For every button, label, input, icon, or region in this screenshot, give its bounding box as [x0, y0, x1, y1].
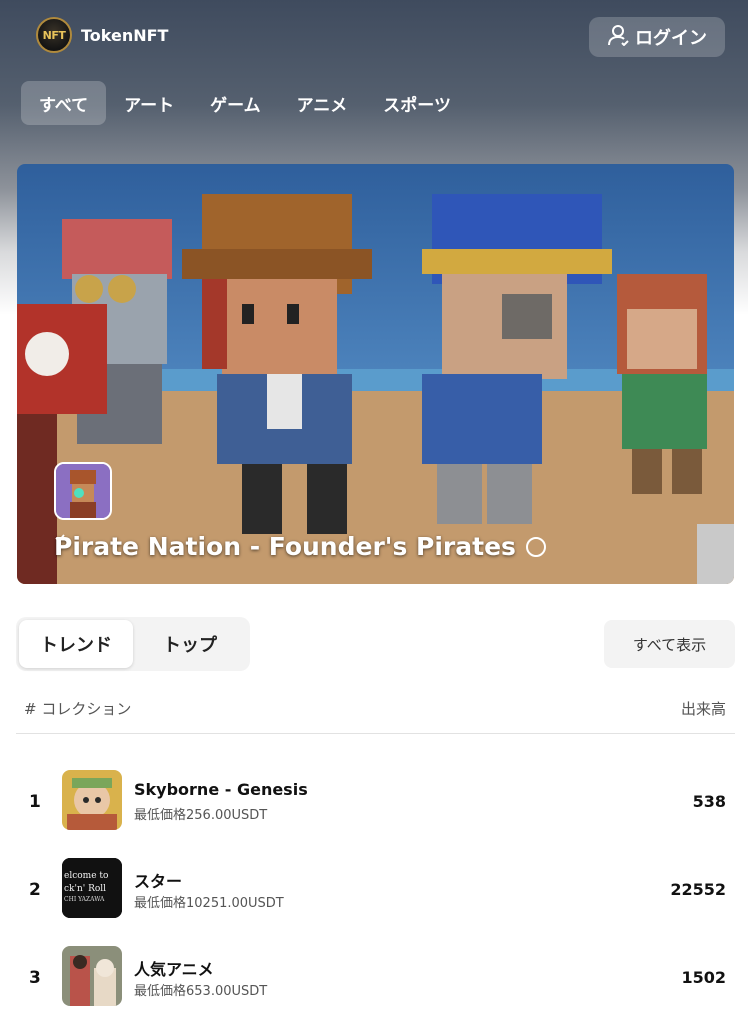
brand-logo[interactable]: NFT: [36, 17, 72, 53]
rank-number: 1: [29, 792, 41, 812]
table-row[interactable]: 2 elcome to ck'n' Roll CHI YAZAWA スター 最低…: [0, 858, 748, 924]
volume-value: 538: [692, 792, 726, 811]
tab-top[interactable]: トップ: [133, 620, 247, 668]
rank-number: 3: [29, 968, 41, 988]
volume-value: 22552: [670, 880, 726, 899]
check-circle-icon: [55, 534, 546, 557]
column-header-volume: 出来高: [680, 700, 726, 718]
featured-collection-thumbnail: [54, 462, 112, 520]
logo-text: NFT: [42, 28, 66, 42]
category-tab-sports[interactable]: スポーツ: [365, 81, 469, 125]
featured-title-row: Pirate Nation - Founder's Pirates: [54, 532, 546, 561]
featured-title: Pirate Nation - Founder's Pirates: [54, 532, 516, 561]
collection-thumbnail: elcome to ck'n' Roll CHI YAZAWA: [62, 858, 122, 918]
category-tab-anime[interactable]: アニメ: [279, 81, 366, 125]
collection-name: Skyborne - Genesis: [134, 780, 308, 799]
floor-price: 最低価格653.00USDT: [134, 984, 268, 999]
table-row[interactable]: 3 人気アニメ 最低価格653.00USDT 1502: [0, 946, 748, 1012]
collection-name: 人気アニメ: [134, 960, 214, 979]
brand-name[interactable]: TokenNFT: [81, 26, 168, 45]
category-tab-game[interactable]: ゲーム: [192, 81, 279, 125]
floor-price: 最低価格10251.00USDT: [134, 896, 284, 911]
collection-name: スター: [134, 872, 183, 891]
thumb-text-2: ck'n' Roll: [64, 884, 106, 894]
thumb-text-3: CHI YAZAWA: [64, 896, 105, 903]
rank-number: 2: [29, 880, 41, 900]
login-label: ログイン: [635, 28, 707, 49]
tab-trend[interactable]: トレンド: [19, 620, 133, 668]
login-button[interactable]: ログイン: [589, 17, 725, 57]
thumb-text-1: elcome to: [64, 871, 108, 881]
category-tab-art[interactable]: アート: [106, 81, 192, 125]
collection-thumbnail: [62, 770, 122, 830]
pirate-scene-image: [17, 194, 734, 584]
floor-price: 最低価格256.00USDT: [134, 808, 268, 823]
category-tabs: すべて アート ゲーム アニメ スポーツ: [21, 81, 469, 125]
collection-thumbnail: [62, 946, 122, 1006]
view-all-button[interactable]: すべて表示: [604, 620, 735, 668]
featured-banner[interactable]: Pirate Nation - Founder's Pirates: [17, 164, 734, 584]
column-header-collection: # コレクション: [24, 700, 132, 718]
table-row[interactable]: 1 Skyborne - Genesis 最低価格256.00USDT 538: [0, 770, 748, 836]
app-header: NFT TokenNFT ログイン: [0, 0, 748, 76]
ranking-toggle: トレンド トップ: [16, 617, 250, 671]
category-tab-all[interactable]: すべて: [21, 81, 107, 125]
user-icon: [607, 24, 629, 51]
volume-value: 1502: [681, 968, 726, 987]
table-divider: [16, 733, 735, 734]
